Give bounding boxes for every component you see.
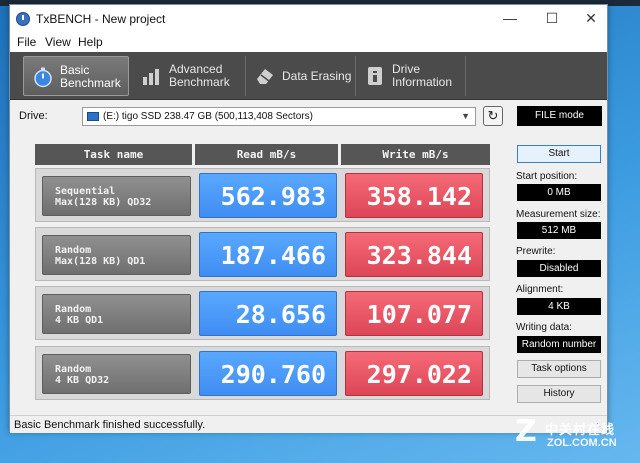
header-read: Read mB/s [195, 144, 338, 165]
read-result: 562.983 [199, 173, 337, 218]
menu-view[interactable]: View [45, 35, 71, 49]
write-result: 358.142 [345, 173, 483, 218]
tab-data-erasing[interactable]: Data Erasing [246, 56, 356, 96]
watermark-en: ZOL.COM.CN [547, 437, 617, 449]
drive-row: Drive: (E:) tigo SSD 238.47 GB (500,113,… [10, 105, 607, 131]
writing-data-value[interactable]: Random number [517, 336, 601, 353]
task-button-rnd-4k-qd1[interactable]: Random 4 KB QD1 [42, 294, 191, 334]
alignment-value[interactable]: 4 KB [517, 298, 601, 315]
tab-basic-benchmark-line2: Benchmark [60, 76, 121, 90]
tab-drive-information-line2: Information [392, 75, 453, 89]
measurement-size-label: Measurement size: [516, 209, 601, 220]
bar-chart-icon [143, 69, 159, 85]
menu-bar: File View Help [10, 32, 607, 52]
app-icon [16, 12, 30, 26]
history-button[interactable]: History [517, 385, 601, 403]
task-button-seq-q32[interactable]: Sequential Max(128 KB) QD32 [42, 176, 191, 216]
status-text: Basic Benchmark finished successfully. [14, 419, 206, 431]
write-result: 297.022 [345, 351, 483, 396]
benchmark-row: Sequential Max(128 KB) QD32 562.983 358.… [35, 168, 490, 222]
start-button[interactable]: Start [517, 145, 601, 163]
tab-drive-information[interactable]: Drive Information [356, 56, 466, 96]
eraser-icon [257, 69, 273, 84]
stopwatch-icon [34, 67, 52, 88]
tab-advanced-benchmark[interactable]: Advanced Benchmark [133, 56, 246, 96]
read-result: 290.760 [199, 351, 337, 396]
write-result: 323.844 [345, 232, 483, 277]
close-icon[interactable]: ✕ [571, 5, 611, 32]
task-button-rnd-4k-qd32[interactable]: Random 4 KB QD32 [42, 354, 191, 394]
maximize-icon[interactable]: ☐ [532, 5, 572, 32]
prewrite-label: Prewrite: [516, 246, 556, 257]
drive-info-icon [368, 67, 382, 85]
alignment-label: Alignment: [516, 284, 564, 295]
file-mode-badge: FILE mode [517, 106, 602, 126]
title-bar[interactable]: TxBENCH - New project — ☐ ✕ [10, 5, 607, 32]
writing-data-label: Writing data: [516, 322, 572, 333]
header-write: Write mB/s [341, 144, 490, 165]
read-result: 28.656 [199, 291, 337, 336]
read-result: 187.466 [199, 232, 337, 277]
task-button-rnd-max-qd1[interactable]: Random Max(128 KB) QD1 [42, 235, 191, 275]
drive-select[interactable]: (E:) tigo SSD 238.47 GB (500,113,408 Sec… [82, 107, 476, 126]
watermark-cn: 中关村在线 [545, 422, 616, 437]
task-options-button[interactable]: Task options [517, 360, 601, 378]
benchmark-row: Random Max(128 KB) QD1 187.466 323.844 [35, 227, 490, 281]
drive-label: Drive: [19, 110, 48, 122]
measurement-size-value[interactable]: 512 MB [517, 222, 601, 239]
write-result: 107.077 [345, 291, 483, 336]
menu-file[interactable]: File [17, 35, 36, 49]
menu-help[interactable]: Help [78, 35, 103, 49]
minimize-icon[interactable]: — [490, 5, 530, 32]
benchmark-row: Random 4 KB QD32 290.760 297.022 [35, 346, 490, 400]
start-position-value[interactable]: 0 MB [517, 184, 601, 201]
txbench-window: TxBENCH - New project — ☐ ✕ File View He… [9, 4, 608, 433]
main-toolbar: Basic Benchmark Advanced Benchmark Data … [10, 52, 607, 100]
prewrite-value[interactable]: Disabled [517, 260, 601, 277]
zol-watermark: Z 中关村在线 ZOL.COM.CN [515, 413, 635, 457]
header-task-name: Task name [35, 144, 192, 165]
tab-basic-benchmark[interactable]: Basic Benchmark [23, 56, 129, 96]
start-position-label: Start position: [516, 171, 578, 182]
chevron-down-icon: ▼ [461, 111, 470, 121]
window-title: TxBENCH - New project [36, 12, 166, 26]
drive-select-value: (E:) tigo SSD 238.47 GB (500,113,408 Sec… [103, 111, 313, 122]
refresh-icon[interactable]: ↻ [483, 106, 503, 126]
benchmark-row: Random 4 KB QD1 28.656 107.077 [35, 286, 490, 340]
drive-icon [87, 112, 99, 121]
tab-advanced-benchmark-line2: Benchmark [169, 75, 230, 89]
zol-logo-icon: Z [515, 414, 537, 449]
tab-data-erasing-label: Data Erasing [282, 69, 352, 83]
